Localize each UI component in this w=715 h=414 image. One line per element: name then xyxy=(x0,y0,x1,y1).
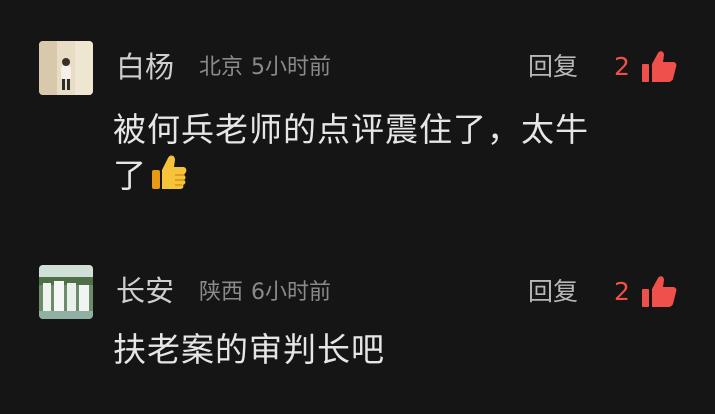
thumbs-up-icon[interactable] xyxy=(640,275,678,309)
reply-button[interactable]: 回复 xyxy=(528,274,578,310)
comment-item-1: 白杨 北京 5小时前 回复 2 被何兵老师的点评震住了，太牛 了 xyxy=(0,0,715,230)
comment-text: 扶老案的审判长吧 xyxy=(113,327,693,373)
comment-meta: 陕西 6小时前 xyxy=(199,275,331,311)
location-label: 北京 xyxy=(199,55,244,80)
like-count: 2 xyxy=(614,277,630,306)
username[interactable]: 白杨 xyxy=(116,49,174,85)
person-photo-icon xyxy=(39,41,93,95)
comment-meta: 北京 5小时前 xyxy=(199,50,331,86)
comment-item-2: 长安 陕西 6小时前 回复 2 扶老案的审判长吧 xyxy=(0,230,715,414)
comment-text-line: 了 xyxy=(113,153,693,199)
timestamp: 6小时前 xyxy=(251,280,332,305)
comment-text: 被何兵老师的点评震住了，太牛 了 xyxy=(113,107,693,199)
comment-text-fragment: 了 xyxy=(113,156,147,195)
avatar[interactable] xyxy=(39,41,93,95)
thumbs-up-emoji-icon xyxy=(149,153,189,193)
avatar[interactable] xyxy=(39,265,93,319)
comment-text-line: 扶老案的审判长吧 xyxy=(113,330,385,369)
timestamp: 5小时前 xyxy=(251,55,332,80)
username[interactable]: 长安 xyxy=(116,273,174,309)
reply-button[interactable]: 回复 xyxy=(528,49,578,85)
thumbs-up-icon[interactable] xyxy=(640,50,678,84)
location-label: 陕西 xyxy=(199,280,244,305)
like-count: 2 xyxy=(614,52,630,81)
waterfall-photo-icon xyxy=(39,265,93,319)
comment-text-line: 被何兵老师的点评震住了，太牛 xyxy=(113,110,589,149)
